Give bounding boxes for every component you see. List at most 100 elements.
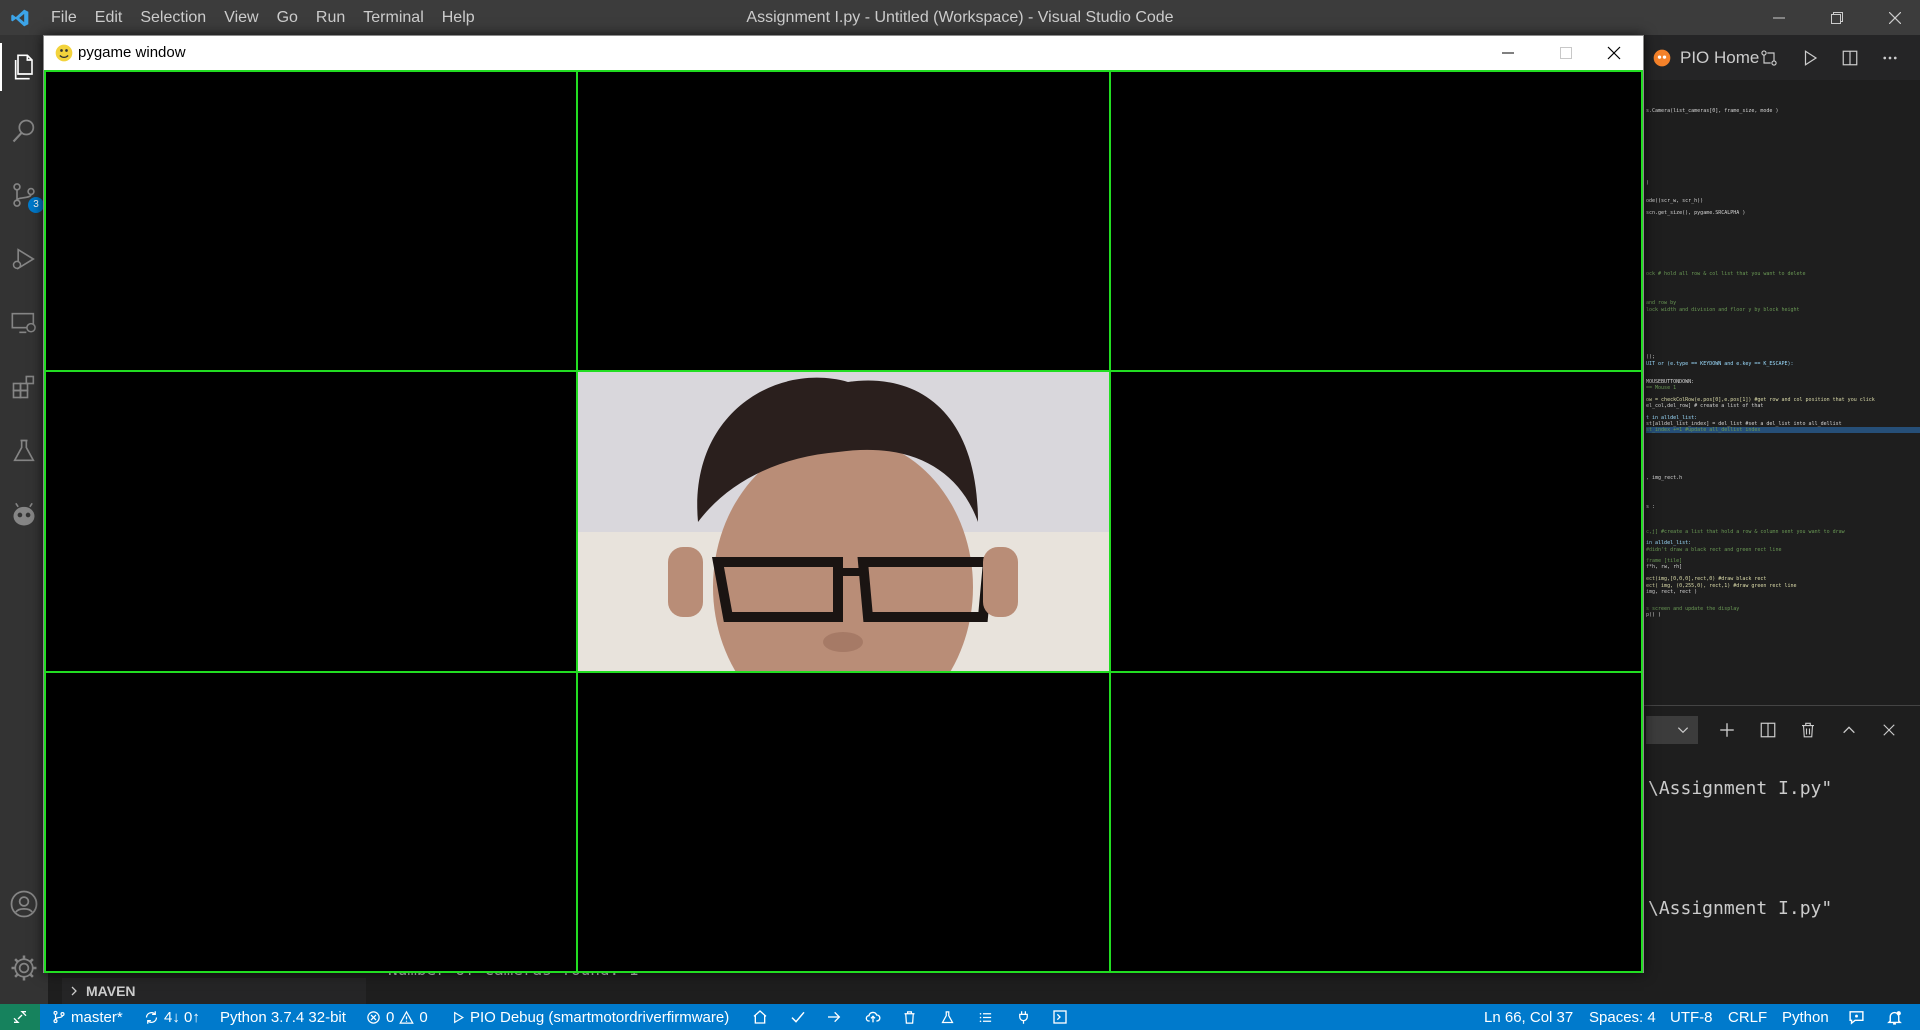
menu-file[interactable]: File: [42, 0, 86, 35]
pygame-minimize-button[interactable]: [1479, 36, 1537, 70]
minimize-icon: [1773, 17, 1785, 18]
code-line: s :: [1646, 504, 1656, 510]
grid-cell[interactable]: [576, 70, 1111, 372]
vscode-logo-icon: [11, 9, 29, 27]
eol-button[interactable]: CRLF: [1728, 1004, 1767, 1030]
camera-frame-image: [578, 372, 1109, 671]
terminal-line: \Assignment I.py": [1648, 898, 1833, 919]
pygame-canvas[interactable]: [44, 70, 1643, 973]
pio-upload-remote-button[interactable]: [864, 1004, 882, 1030]
minimize-button[interactable]: [1750, 0, 1808, 35]
close-button[interactable]: [1866, 0, 1920, 35]
pio-upload-button[interactable]: [826, 1004, 842, 1030]
run-debug-button[interactable]: [0, 235, 48, 283]
close-icon: [1883, 724, 1895, 736]
menu-edit[interactable]: Edit: [86, 0, 132, 35]
extensions-icon: [12, 375, 35, 399]
code-line: ();: [1646, 354, 1656, 360]
git-branch-button[interactable]: master*: [52, 1004, 123, 1030]
pio-build-button[interactable]: [790, 1004, 806, 1030]
menu-view[interactable]: View: [215, 0, 267, 35]
grid-cell[interactable]: [1109, 671, 1643, 973]
close-panel-button[interactable]: [1873, 715, 1905, 745]
menu-run[interactable]: Run: [307, 0, 354, 35]
feedback-button[interactable]: [1848, 1004, 1865, 1030]
menu-go[interactable]: Go: [268, 0, 307, 35]
python-snake-icon: [55, 44, 73, 62]
remote-indicator-button[interactable]: [0, 1004, 40, 1030]
platformio-home-icon: [1653, 49, 1671, 67]
play-icon: [454, 1011, 464, 1023]
code-line: lock width and division and floor y by b…: [1646, 307, 1800, 313]
pio-clean-button[interactable]: [902, 1004, 917, 1030]
flask-icon: [941, 1010, 954, 1023]
camera-feed-cell[interactable]: [576, 370, 1111, 673]
arrow-right-icon: [828, 1011, 841, 1023]
indentation-button[interactable]: Spaces: 4: [1589, 1004, 1656, 1030]
compare-button[interactable]: [1752, 43, 1786, 73]
split-editor-button[interactable]: [1833, 43, 1867, 73]
more-actions-button[interactable]: [1873, 43, 1907, 73]
pio-serial-monitor-button[interactable]: [1016, 1004, 1031, 1030]
source-control-badge: 3: [28, 197, 44, 213]
encoding-label: UTF-8: [1670, 1008, 1713, 1026]
checkmark-icon: [791, 1011, 805, 1023]
source-control-button[interactable]: 3: [0, 171, 48, 219]
pio-home-button[interactable]: [752, 1004, 768, 1030]
testing-button[interactable]: [0, 427, 48, 475]
grid-cell[interactable]: [576, 671, 1111, 973]
accounts-button[interactable]: [0, 880, 48, 928]
code-line: el_col,del_row] # create a list of that: [1646, 403, 1764, 409]
new-terminal-button[interactable]: [1711, 715, 1743, 745]
notifications-button[interactable]: [1886, 1004, 1903, 1030]
menu-help[interactable]: Help: [433, 0, 484, 35]
pygame-close-button[interactable]: [1585, 36, 1643, 70]
pygame-window: pygame window: [43, 35, 1644, 973]
search-button[interactable]: [0, 107, 48, 155]
terminal-select[interactable]: [1646, 716, 1698, 744]
pio-tasks-button[interactable]: [978, 1004, 993, 1030]
grid-cell[interactable]: [44, 70, 578, 372]
restore-button[interactable]: [1808, 0, 1866, 35]
restore-icon: [1831, 11, 1843, 24]
python-interpreter-button[interactable]: Python 3.7.4 32-bit: [220, 1004, 346, 1030]
trash-icon: [1802, 722, 1814, 738]
run-file-button[interactable]: [1793, 43, 1827, 73]
plug-icon: [1019, 1010, 1028, 1024]
encoding-button[interactable]: UTF-8: [1670, 1004, 1713, 1030]
grid-cell[interactable]: [44, 671, 578, 973]
split-terminal-button[interactable]: [1752, 715, 1784, 745]
pio-test-button[interactable]: [940, 1004, 955, 1030]
tab-pio-home[interactable]: PIO Home: [1652, 43, 1759, 73]
remote-icon: [13, 1011, 27, 1023]
problems-button[interactable]: 0 0: [366, 1004, 428, 1030]
maven-section-header[interactable]: MAVEN: [62, 978, 366, 1004]
pio-debug-label: PIO Debug (smartmotordriverfirmware): [470, 1008, 730, 1026]
code-line: == Mouse 1: [1646, 385, 1677, 391]
pio-debug-button[interactable]: PIO Debug (smartmotordriverfirmware): [452, 1004, 729, 1030]
status-bar: master* 4↓ 0↑ Python 3.7.4 32-bit 0 0 PI…: [0, 1004, 1920, 1030]
manage-button[interactable]: [0, 944, 48, 992]
grid-cell[interactable]: [44, 370, 578, 673]
home-icon: [753, 1010, 767, 1024]
explorer-button[interactable]: [0, 43, 48, 91]
language-mode-button[interactable]: Python: [1782, 1004, 1829, 1030]
maximize-panel-button[interactable]: [1833, 715, 1865, 745]
remote-explorer-button[interactable]: [0, 299, 48, 347]
kill-terminal-button[interactable]: [1792, 715, 1824, 745]
platformio-button[interactable]: [0, 491, 48, 539]
indentation-label: Spaces: 4: [1589, 1008, 1656, 1026]
code-line: ect(img,[0,0,0],rect,0) #draw black rect: [1646, 576, 1767, 582]
extensions-button[interactable]: [0, 363, 48, 411]
pio-terminal-button[interactable]: [1052, 1004, 1068, 1030]
sync-icon: [145, 1010, 158, 1024]
cursor-position-button[interactable]: Ln 66, Col 37: [1484, 1004, 1573, 1030]
menu-selection[interactable]: Selection: [131, 0, 215, 35]
git-sync-button[interactable]: 4↓ 0↑: [144, 1004, 200, 1030]
maximize-icon: [1560, 47, 1572, 59]
language-mode-label: Python: [1782, 1008, 1829, 1026]
grid-cell[interactable]: [1109, 70, 1643, 372]
warning-count: 0: [419, 1008, 428, 1026]
menu-terminal[interactable]: Terminal: [354, 0, 432, 35]
grid-cell[interactable]: [1109, 370, 1643, 673]
